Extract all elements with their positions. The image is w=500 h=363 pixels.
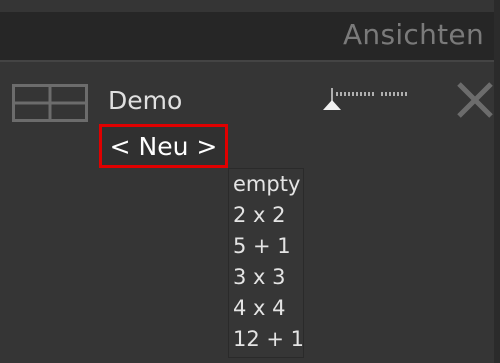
grid-2x2-icon[interactable] [12,84,88,122]
close-icon[interactable] [455,80,495,120]
slider-thumb[interactable] [323,100,341,110]
vertical-scrollbar[interactable] [494,0,500,363]
dropdown-item-2x2[interactable]: 2 x 2 [229,200,303,231]
panel-header: Ansichten [0,12,494,62]
panel-title: Ansichten [342,18,484,51]
dropdown-item-3x3[interactable]: 3 x 3 [229,262,303,293]
zoom-slider[interactable] [320,82,416,112]
dropdown-item-4x4[interactable]: 4 x 4 [229,293,303,324]
layout-dropdown: empty 2 x 2 5 + 1 3 x 3 4 x 4 12 + 1 [228,168,304,358]
dropdown-item-5plus1[interactable]: 5 + 1 [229,231,303,262]
layout-name[interactable]: Demo [108,86,182,115]
new-layout-button[interactable]: < Neu > [99,124,228,168]
dropdown-item-empty[interactable]: empty [229,169,303,200]
dropdown-item-12plus1[interactable]: 12 + 1 [229,324,304,355]
views-panel: Ansichten Demo < Neu > empty 2 x 2 5 + 1… [0,0,500,363]
